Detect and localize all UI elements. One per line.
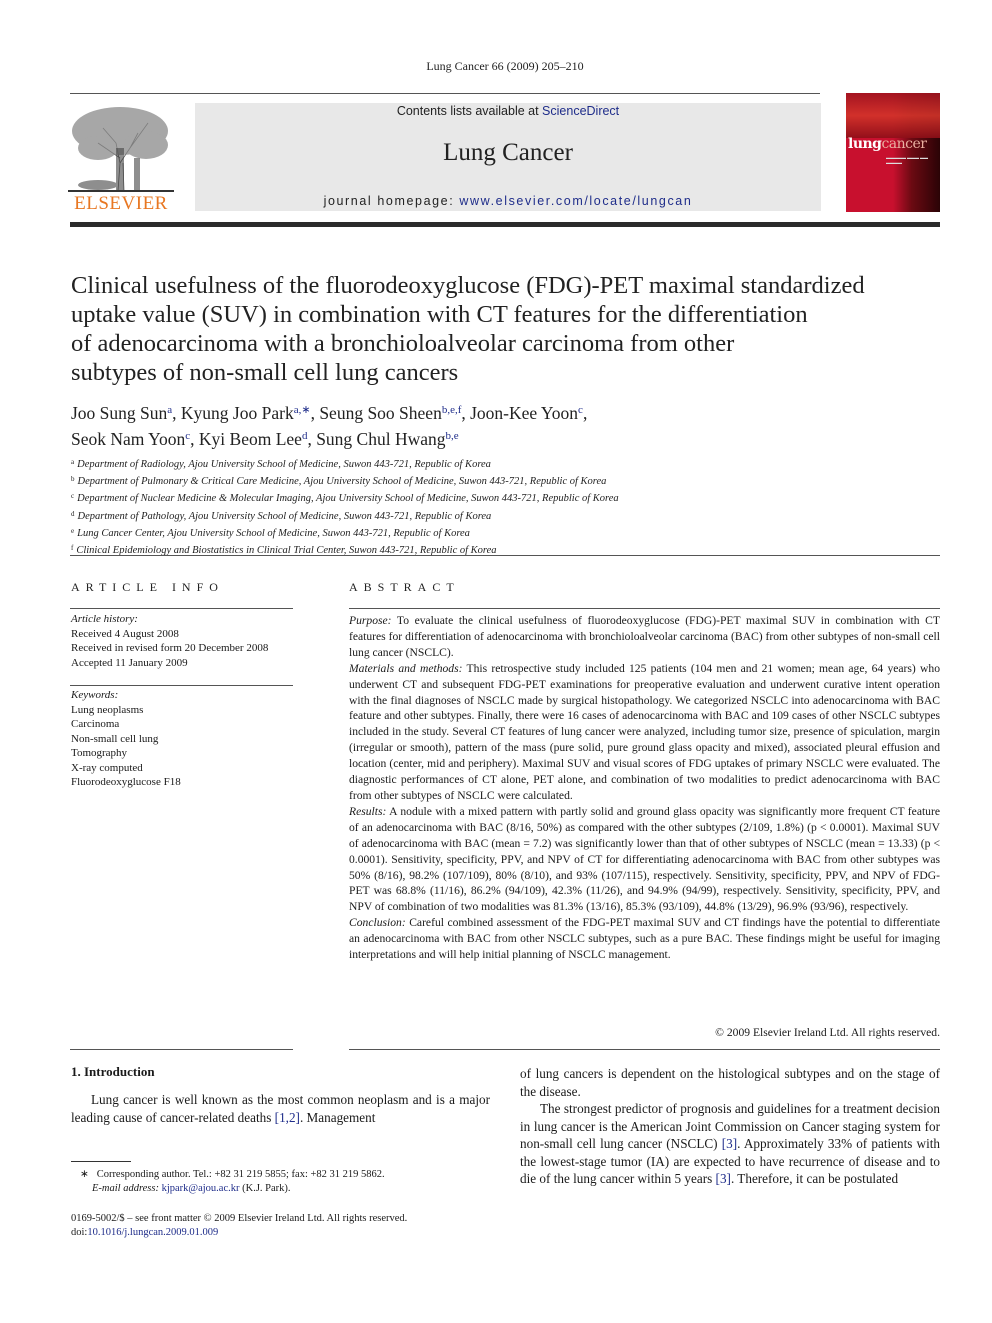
affiliation-list: a Department of Radiology, Ajou Universit…	[71, 455, 951, 558]
author-affil-ref[interactable]: d	[302, 430, 308, 442]
corresponding-text: Corresponding author. Tel.: +82 31 219 5…	[96, 1169, 385, 1180]
email-owner: (K.J. Park).	[239, 1183, 291, 1194]
abstract-section: Conclusion: Careful combined assessment …	[349, 916, 940, 962]
author-name[interactable]: Seung Soo Sheen	[319, 403, 442, 423]
abstract-rule	[349, 608, 940, 609]
masthead-rule	[70, 222, 940, 227]
title-line: uptake value (SUV) in combination with C…	[71, 301, 808, 328]
citation-link[interactable]: [3]	[722, 1136, 737, 1151]
keyword-item: Carcinoma	[71, 718, 120, 730]
front-matter: 0169-5002/$ – see front matter © 2009 El…	[71, 1212, 501, 1240]
author-affil-ref[interactable]: c	[578, 404, 583, 416]
sciencedirect-link[interactable]: ScienceDirect	[542, 104, 619, 118]
author-name[interactable]: Seok Nam Yoon	[71, 429, 185, 449]
homepage-prefix: journal homepage:	[323, 194, 460, 208]
author-affil-ref[interactable]: b,e	[446, 430, 459, 442]
author-affil-ref[interactable]: a,∗	[294, 404, 311, 416]
elsevier-wordmark: ELSEVIER	[74, 193, 168, 214]
citation-link[interactable]: [1,2]	[275, 1110, 300, 1125]
article-history: Article history: Received 4 August 2008 …	[71, 612, 293, 670]
front-matter-text: 0169-5002/$ – see front matter © 2009 El…	[71, 1213, 408, 1224]
affiliation-item: a Department of Radiology, Ajou Universit…	[71, 458, 491, 470]
author-affil-ref[interactable]: a	[167, 404, 172, 416]
doi-prefix: doi:	[71, 1227, 88, 1238]
journal-banner: Contents lists available at ScienceDirec…	[195, 103, 821, 211]
author-list: Joo Sung Suna, Kyung Joo Parka,∗, Seung …	[71, 403, 588, 449]
abstract-heading: ABSTRACT	[349, 580, 460, 594]
body-rule-left	[70, 1049, 293, 1050]
article-info-rule	[70, 608, 293, 609]
author-name[interactable]: Kyi Beom Lee	[199, 429, 302, 449]
article-title: Clinical usefulness of the fluorodeoxygl…	[71, 271, 951, 387]
doi-link[interactable]: 10.1016/j.lungcan.2009.01.009	[87, 1227, 218, 1238]
contents-line: Contents lists available at ScienceDirec…	[195, 104, 821, 118]
title-line: Clinical usefulness of the fluorodeoxygl…	[71, 272, 865, 299]
affiliation-item: e Lung Cancer Center, Ajou University Sch…	[71, 526, 470, 539]
history-heading: Article history:	[71, 613, 138, 625]
footnote-rule	[71, 1161, 131, 1162]
history-item: Received in revised form 20 December 200…	[71, 642, 269, 654]
keywords: Keywords: Lung neoplasms Carcinoma Non-s…	[71, 688, 293, 790]
affiliations-rule	[70, 555, 940, 556]
email-label: E-mail address:	[92, 1183, 159, 1194]
running-head: Lung Cancer 66 (2009) 205–210	[426, 59, 584, 73]
journal-homepage: journal homepage: www.elsevier.com/locat…	[195, 194, 821, 208]
section-heading-introduction: 1. Introduction	[71, 1064, 155, 1079]
keywords-rule	[70, 685, 293, 686]
author-name[interactable]: Joo Sung Sun	[71, 403, 167, 423]
body-rule-right	[349, 1049, 940, 1050]
homepage-link[interactable]: www.elsevier.com/locate/lungcan	[459, 194, 692, 208]
paragraph: The strongest predictor of prognosis and…	[520, 1101, 940, 1186]
abstract-section: Purpose: To evaluate the clinical useful…	[349, 614, 940, 659]
author-affil-ref[interactable]: c	[185, 430, 190, 442]
author-name[interactable]: Kyung Joo Park	[181, 403, 294, 423]
email-link[interactable]: kjpark@ajou.ac.kr	[162, 1183, 240, 1194]
abstract-body: Purpose: To evaluate the clinical useful…	[349, 613, 940, 963]
cover-subtitle: ▬▬▬▬▬ ▬▬▬ ▬▬ ▬▬▬▬	[886, 155, 928, 165]
abstract-section: Materials and methods: This retrospectiv…	[349, 661, 940, 802]
title-line: subtypes of non-small cell lung cancers	[71, 359, 459, 386]
title-line: of adenocarcinoma with a bronchioloalveo…	[71, 330, 735, 357]
cover-image	[846, 93, 940, 138]
abstract-copyright: © 2009 Elsevier Ireland Ltd. All rights …	[715, 1026, 940, 1039]
affiliation-item: d Department of Pathology, Ajou Universit…	[71, 509, 492, 522]
abstract-section: Results: A nodule with a mixed pattern w…	[349, 804, 940, 914]
intro-left-column: Lung cancer is well known as the most co…	[71, 1091, 490, 1126]
history-item: Accepted 11 January 2009	[71, 656, 188, 669]
history-item: Received 4 August 2008	[71, 627, 179, 640]
keyword-item: X-ray computed	[71, 761, 143, 774]
affiliation-item: b Department of Pulmonary & Critical Care…	[71, 475, 607, 488]
cover-title: lungcancer	[848, 136, 927, 152]
elsevier-logo[interactable]: ELSEVIER	[68, 103, 174, 215]
paragraph: of lung cancers is dependent on the hist…	[520, 1066, 940, 1099]
citation-link[interactable]: [3]	[716, 1171, 731, 1186]
header-rule	[70, 93, 820, 94]
keyword-item: Fluorodeoxyglucose F18	[71, 776, 181, 788]
paragraph: Lung cancer is well known as the most co…	[71, 1092, 490, 1125]
elsevier-tree-icon	[68, 107, 174, 192]
author-affil-ref[interactable]: b,e,f	[442, 404, 462, 416]
keyword-item: Non-small cell lung	[71, 732, 159, 745]
article-info-heading: ARTICLE INFO	[71, 580, 224, 594]
journal-title: Lung Cancer	[443, 139, 573, 166]
author-name[interactable]: Joon-Kee Yoon	[470, 403, 578, 423]
asterisk-mark: ∗	[80, 1169, 89, 1180]
contents-prefix: Contents lists available at	[396, 104, 543, 118]
keyword-item: Tomography	[71, 747, 128, 759]
intro-right-column: of lung cancers is dependent on the hist…	[520, 1065, 940, 1188]
journal-cover-thumbnail[interactable]: lungcancer ▬▬▬▬▬ ▬▬▬ ▬▬ ▬▬▬▬	[846, 93, 940, 212]
affiliation-item: c Department of Nuclear Medicine & Molecu…	[71, 492, 619, 505]
corresponding-footnote: ∗ Corresponding author. Tel.: +82 31 219…	[80, 1168, 500, 1196]
keyword-item: Lung neoplasms	[71, 703, 144, 716]
keywords-heading: Keywords:	[71, 689, 119, 701]
author-name[interactable]: Sung Chul Hwang	[316, 429, 445, 449]
